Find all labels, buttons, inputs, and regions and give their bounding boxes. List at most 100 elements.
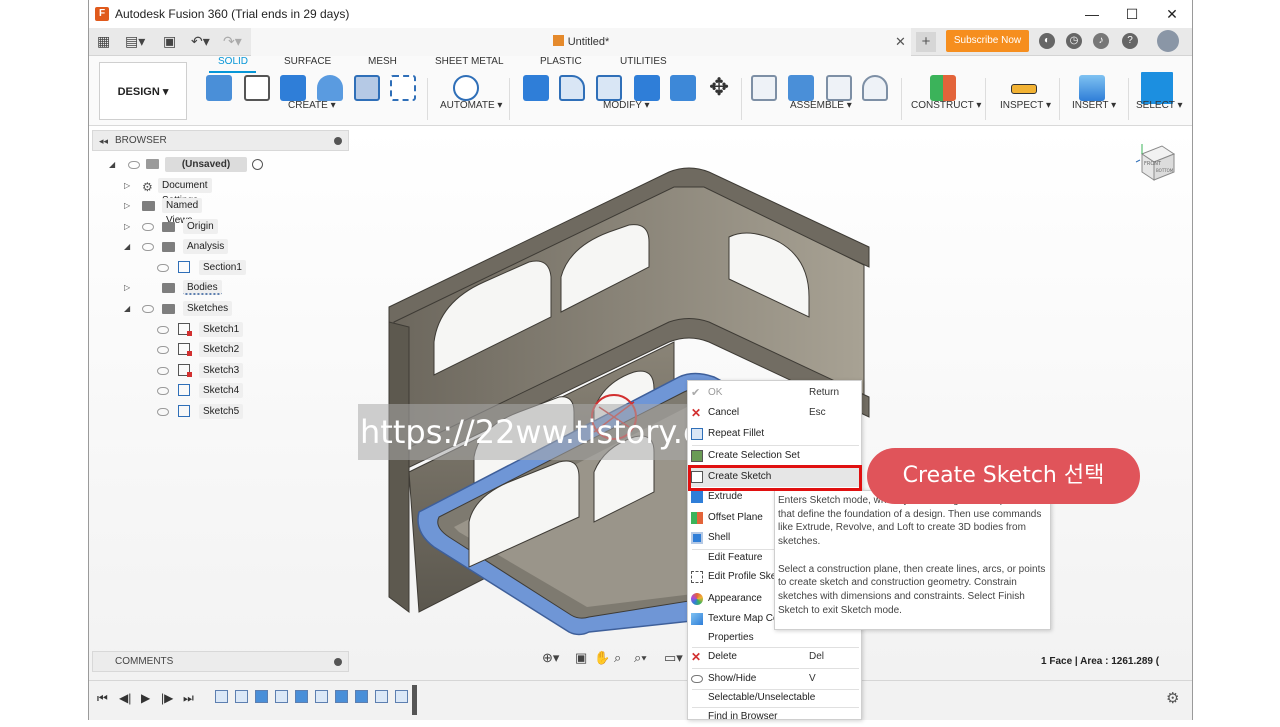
browser-panel-header[interactable]: ◂◂ BROWSER [92,130,349,151]
menu-item-cancel[interactable]: ✕ Cancel Esc [688,403,861,423]
timeline-extrude-item[interactable] [295,690,308,703]
automate-menu[interactable]: AUTOMATE ▾ [440,100,502,111]
comments-panel-header[interactable]: COMMENTS [92,651,349,672]
tab-sheet-metal[interactable]: SHEET METAL [435,56,504,67]
menu-item-properties[interactable]: Properties [688,628,861,648]
go-to-start-icon[interactable]: ⏮ [97,691,108,706]
undo-icon[interactable]: ↶▾ [191,33,210,50]
step-forward-icon[interactable]: |▶ [161,691,173,705]
inspect-menu[interactable]: INSPECT ▾ [1000,100,1051,111]
fit-icon[interactable]: ⌕▾ [634,650,647,666]
app-grid-icon[interactable]: ▦ [97,33,110,50]
timeline-sketch-item[interactable] [235,690,248,703]
new-tab-button[interactable]: + [916,32,936,52]
menu-item-ok[interactable]: ✔ OK Return [688,383,861,403]
joint-icon[interactable] [751,75,777,101]
pattern-icon[interactable] [390,75,416,101]
job-status-icon[interactable]: ◷ [1066,33,1082,49]
insert-menu[interactable]: INSERT ▾ [1072,100,1116,111]
expand-triangle-icon[interactable]: ◢ [109,156,115,173]
timeline-sketch-item[interactable] [315,690,328,703]
viewcube-front-label[interactable]: FRONT [1144,161,1162,167]
create-sketch-icon[interactable] [244,75,270,101]
tab-surface[interactable]: SURFACE [284,56,331,67]
display-settings-icon[interactable]: ▭▾ [664,650,683,666]
tab-plastic[interactable]: PLASTIC [540,56,582,67]
document-tab[interactable]: Untitled* [251,28,911,56]
new-component-icon[interactable] [206,75,232,101]
redo-icon[interactable]: ↷▾ [223,33,242,50]
notifications-icon[interactable]: ♪ [1093,33,1109,49]
tab-mesh[interactable]: MESH [368,56,397,67]
step-back-icon[interactable]: ◀| [119,691,131,705]
combine-icon[interactable] [670,75,696,101]
panel-pin-icon[interactable] [334,137,342,145]
automate-icon[interactable] [453,75,479,101]
tab-utilities[interactable]: UTILITIES [620,56,667,67]
user-avatar[interactable] [1157,30,1179,52]
pan-icon[interactable]: ✋ [594,650,610,666]
file-menu-icon[interactable]: ▤▾ [125,33,145,50]
zoom-icon[interactable]: ⌕ [614,650,621,666]
timeline-settings-gear-icon[interactable]: ⚙ [1166,689,1179,707]
modify-menu[interactable]: MODIFY ▾ [603,100,650,111]
collapse-panel-icon[interactable]: ◂◂ [99,131,108,151]
collapsed-triangle-icon[interactable]: ▷ [124,177,130,194]
viewcube-bottom-label[interactable]: BOTTOM [1156,168,1174,173]
menu-item-show-hide[interactable]: Show/Hide V [688,669,861,689]
rigid-group-icon[interactable] [862,75,888,101]
new-component-assemble-icon[interactable] [788,75,814,101]
collapsed-triangle-icon[interactable]: ▷ [124,279,130,296]
as-built-joint-icon[interactable] [826,75,852,101]
chamfer-icon[interactable] [596,75,622,101]
hidden-eye-icon[interactable] [142,223,154,231]
timeline-fillet-item[interactable] [395,690,408,703]
orbit-icon[interactable]: ⊕▾ [542,650,559,666]
timeline-marker[interactable] [412,685,417,715]
timeline-shell-item[interactable] [355,690,368,703]
look-at-icon[interactable]: ▣ [575,650,587,666]
go-to-end-icon[interactable]: ⏭ [183,691,194,706]
hole-icon[interactable] [354,75,380,101]
minimize-button[interactable]: — [1072,0,1112,28]
tab-solid[interactable]: SOLID [218,56,248,67]
help-icon[interactable]: ? [1122,33,1138,49]
menu-item-create-selection-set[interactable]: Create Selection Set [688,446,861,466]
assemble-menu[interactable]: ASSEMBLE ▾ [790,100,852,111]
expand-triangle-icon[interactable]: ◢ [124,238,130,255]
collapsed-triangle-icon[interactable]: ▷ [124,197,130,214]
insert-image-icon[interactable] [1079,75,1105,101]
shell-icon[interactable] [634,75,660,101]
press-pull-icon[interactable] [523,75,549,101]
visibility-eye-icon[interactable] [142,305,154,313]
menu-item-delete[interactable]: ✕ Delete Del [688,647,861,667]
activate-radio-icon[interactable] [252,159,263,170]
close-tab-icon[interactable]: ✕ [895,34,906,50]
extensions-icon[interactable]: ◐ [1039,33,1055,49]
timeline-sketch-item[interactable] [375,690,388,703]
hidden-eye-icon[interactable] [157,387,169,395]
maximize-button[interactable]: ☐ [1112,0,1152,28]
hidden-eye-icon[interactable] [157,367,169,375]
timeline-sketch-item[interactable] [215,690,228,703]
hidden-eye-icon[interactable] [157,346,169,354]
visibility-eye-icon[interactable] [128,161,140,169]
menu-item-find-in-browser[interactable]: Find in Browser [688,707,861,727]
extrude-icon[interactable] [280,75,306,101]
timeline-sketch-item[interactable] [275,690,288,703]
create-menu[interactable]: CREATE ▾ [288,100,336,111]
hidden-eye-icon[interactable] [157,408,169,416]
timeline-extrude-item[interactable] [335,690,348,703]
collapsed-triangle-icon[interactable]: ▷ [124,218,130,235]
hidden-eye-icon[interactable] [157,326,169,334]
measure-icon[interactable] [1011,84,1037,94]
viewcube[interactable]: FRONT BOTTOM [1134,140,1180,186]
offset-plane-icon[interactable] [930,75,956,101]
revolve-icon[interactable] [317,75,343,101]
save-icon[interactable]: ▣ [163,33,176,50]
move-icon[interactable]: ✥ [706,75,732,101]
visibility-eye-icon[interactable] [142,243,154,251]
close-button[interactable]: ✕ [1152,0,1192,28]
timeline-extrude-item[interactable] [255,690,268,703]
workspace-switcher-button[interactable]: DESIGN ▾ [99,62,187,120]
